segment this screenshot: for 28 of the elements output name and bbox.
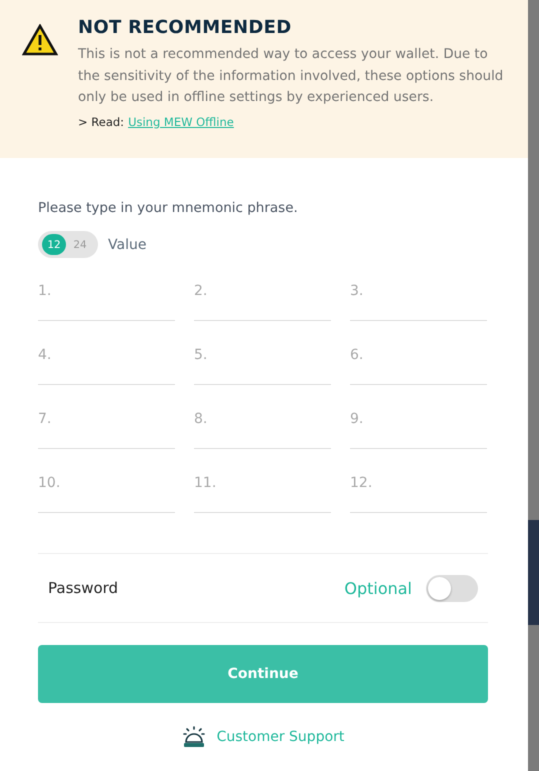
word-input[interactable]: 3. <box>350 275 487 321</box>
word-input[interactable]: 6. <box>350 339 487 385</box>
word-input[interactable]: 2. <box>194 275 331 321</box>
bell-icon <box>182 726 206 748</box>
warning-message: This is not a recommended way to access your wallet. Due to the sensitivity of the information involved, these options should only be used in offline settings by experienced users. <box>78 46 504 107</box>
word-input[interactable]: 11. <box>194 467 331 513</box>
offline-guide-link[interactable]: Using MEW Offline <box>128 114 234 128</box>
word-input[interactable]: 5. <box>194 339 331 385</box>
word-input[interactable]: 7. <box>38 403 175 449</box>
password-label: Password <box>48 579 120 597</box>
word-count-option[interactable]: 24 <box>68 234 92 255</box>
word-count-switch[interactable]: 12 24 <box>38 231 98 258</box>
warning-icon <box>22 24 58 56</box>
password-toggle[interactable] <box>426 574 478 602</box>
continue-button[interactable]: Continue <box>38 645 488 703</box>
customer-support-link[interactable]: Customer Support <box>216 729 344 745</box>
instruction-text: Please type in your mnemonic phrase. <box>38 200 299 216</box>
word-count-option[interactable]: 12 <box>42 234 66 255</box>
word-input[interactable]: 12. <box>350 467 487 513</box>
word-input[interactable]: 1. <box>38 275 175 321</box>
optional-label: Optional <box>344 578 412 598</box>
read-prefix: > Read: <box>78 114 124 128</box>
word-input[interactable]: 8. <box>194 403 331 449</box>
word-input[interactable]: 4. <box>38 339 175 385</box>
word-input[interactable]: 10. <box>38 467 175 513</box>
word-input[interactable]: 9. <box>350 403 487 449</box>
warning-title: NOT RECOMMENDED <box>78 17 292 38</box>
word-count-label: Value <box>108 236 146 252</box>
